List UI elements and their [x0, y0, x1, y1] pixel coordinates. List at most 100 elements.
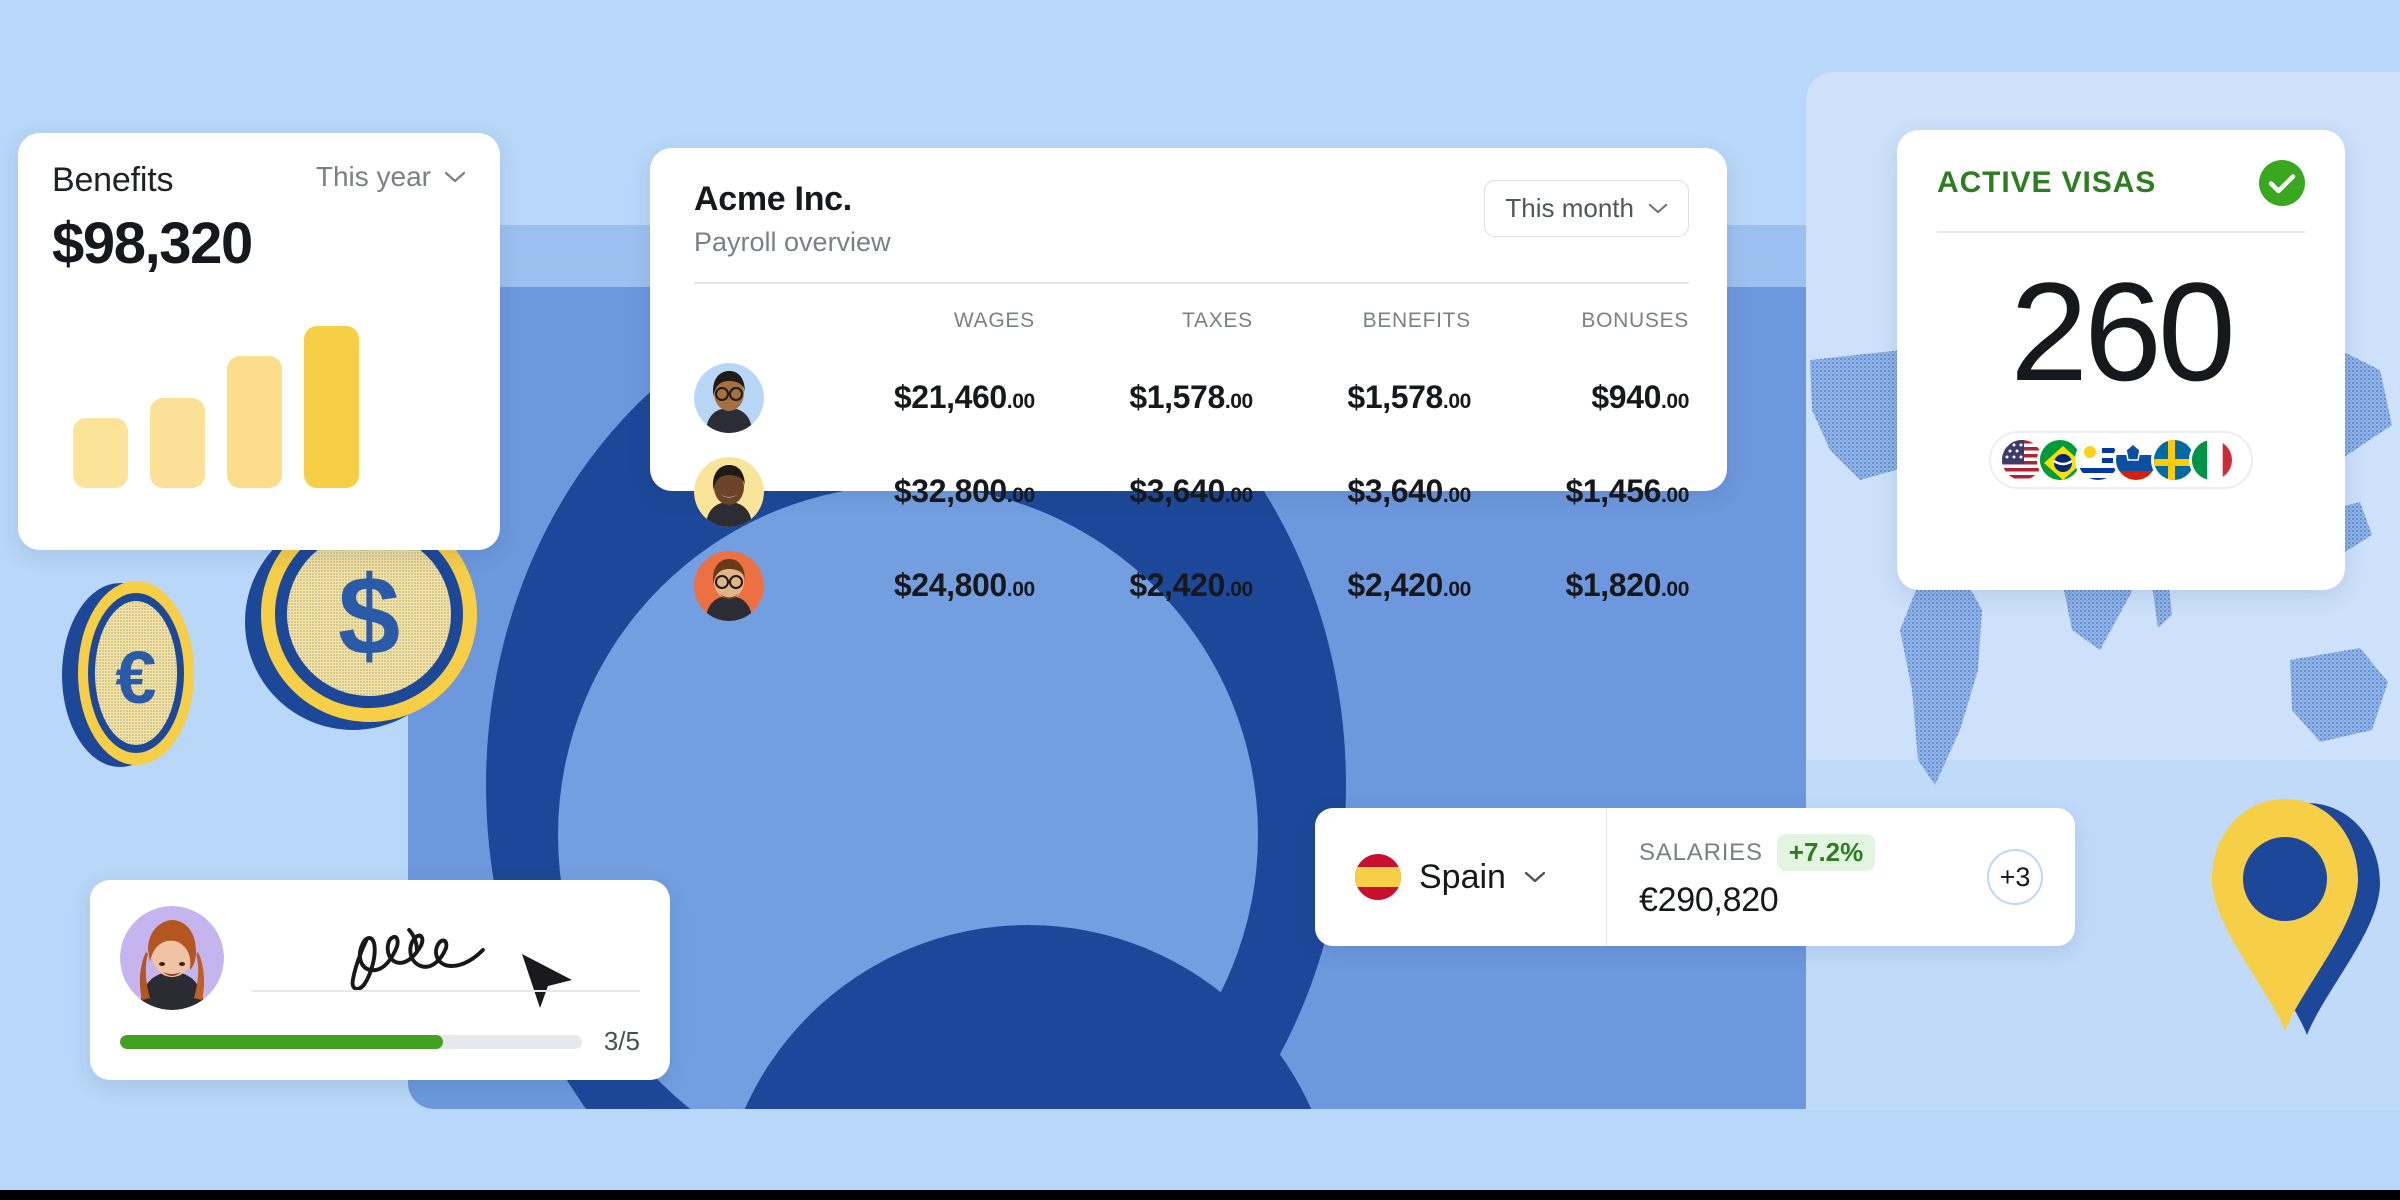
amount-cents: .00 [1442, 390, 1471, 413]
salary-stat-label: SALARIES [1639, 838, 1763, 866]
amount-value: $21,460.00 [893, 379, 1035, 415]
amount-cents: .00 [1661, 578, 1689, 601]
country-name: Spain [1419, 857, 1506, 896]
payroll-cell-taxes: $3,640.00 [1035, 445, 1253, 539]
benefits-bar-q1 [73, 418, 128, 488]
payroll-col-avatar [694, 286, 786, 351]
table-row[interactable]: $32,800.00 $3,640.00 $3,640.00 $1,456.00 [694, 445, 1689, 539]
payroll-table-body: $21,460.00 $1,578.00 $1,578.00 $940.00 $32,8… [694, 351, 1689, 633]
signer-avatar [120, 906, 224, 1010]
benefits-amount: $98,320 [52, 211, 253, 276]
salary-stat-block: SALARIES +7.2% €290,820 [1639, 834, 1876, 920]
employee-avatar-1 [694, 362, 764, 433]
amount-value: $2,420.00 [1347, 567, 1471, 603]
payroll-card-header: Acme Inc. Payroll overview This month [694, 180, 1689, 258]
flag-italy-icon [2189, 437, 2235, 483]
payroll-col-benefits: BENEFITS [1362, 308, 1471, 332]
more-countries-button[interactable]: +3 [1987, 849, 2043, 905]
amount-cents: .00 [1224, 390, 1253, 413]
amount-value: $3,640.00 [1347, 473, 1471, 509]
amount-cents: .00 [1661, 390, 1689, 413]
visas-divider [1937, 231, 2305, 233]
payroll-range-label: This month [1505, 193, 1634, 223]
signature-progress: 3/5 [120, 1026, 640, 1057]
amount-value: $32,800.00 [893, 473, 1035, 509]
bottom-bar [0, 1190, 2400, 1200]
progress-count: 3/5 [603, 1026, 640, 1056]
amount-value: $1,578.00 [1129, 379, 1253, 415]
payroll-cell-wages: $32,800.00 [786, 445, 1035, 539]
map-pin-icon [2212, 799, 2380, 1035]
payroll-range-button[interactable]: This month [1484, 180, 1689, 237]
chevron-down-icon [444, 171, 466, 183]
payroll-col-bonuses: BONUSES [1581, 308, 1689, 332]
amount-cents: .00 [1224, 578, 1253, 601]
payroll-company-name: Acme Inc. [694, 180, 852, 218]
signature-line [252, 990, 640, 992]
amount-value: $1,578.00 [1347, 379, 1471, 415]
chevron-down-icon [1524, 871, 1546, 883]
payroll-col-taxes: TAXES [1182, 308, 1253, 332]
amount-value: $24,800.00 [893, 567, 1035, 603]
benefits-card: Benefits This year $98,320 [18, 133, 500, 550]
salary-amount: €290,820 [1639, 881, 1779, 919]
signature-row [120, 906, 640, 1010]
progress-track[interactable] [120, 1034, 582, 1049]
svg-text:$: $ [338, 553, 400, 678]
payroll-cell-benefits: $1,578.00 [1253, 351, 1471, 445]
country-stats: SALARIES +7.2% €290,820 +3 [1607, 808, 2075, 946]
payroll-cell-wages: $21,460.00 [786, 351, 1035, 445]
benefits-range-selector[interactable]: This year [316, 161, 466, 193]
illustration-stage: € $ Benefits This year $98,320 Acme Inc.… [0, 0, 2400, 1190]
amount-value: $1,820.00 [1565, 567, 1690, 603]
payroll-cell-benefits: $2,420.00 [1253, 539, 1471, 633]
signature-scribble-icon [350, 928, 485, 991]
payroll-table-header-row: WAGES TAXES BENEFITS BONUSES [694, 286, 1689, 351]
amount-cents: .00 [1006, 578, 1035, 601]
employee-avatar-2 [694, 456, 764, 527]
payroll-cell-bonuses: $1,456.00 [1471, 445, 1690, 539]
amount-cents: .00 [1006, 390, 1035, 413]
amount-value: $2,420.00 [1129, 567, 1253, 603]
visas-flag-group[interactable] [1989, 431, 2253, 489]
payroll-avatar-cell [694, 351, 786, 445]
payroll-cell-taxes: $1,578.00 [1035, 351, 1253, 445]
benefits-bar-q4 [304, 326, 359, 488]
chevron-down-icon [1648, 203, 1668, 214]
amount-cents: .00 [1442, 484, 1471, 507]
country-selector[interactable]: Spain [1315, 808, 1607, 946]
payroll-divider [694, 282, 1689, 284]
payroll-card: Acme Inc. Payroll overview This month WA… [650, 148, 1727, 621]
benefits-bar-chart [73, 308, 359, 488]
svg-text:€: € [115, 636, 156, 719]
benefits-title: Benefits [52, 161, 174, 199]
progress-fill [120, 1034, 444, 1049]
table-row[interactable]: $21,460.00 $1,578.00 $1,578.00 $940.00 [694, 351, 1689, 445]
signature-card: 3/5 [90, 880, 670, 1080]
amount-value: $940.00 [1591, 379, 1689, 415]
payroll-cell-bonuses: $940.00 [1471, 351, 1689, 445]
country-salaries-card: Spain SALARIES +7.2% €290,820 +3 [1315, 808, 2075, 946]
visas-count: 260 [2010, 253, 2236, 410]
payroll-subtitle: Payroll overview [694, 227, 891, 257]
flag-spain-icon [1355, 854, 1401, 900]
amount-cents: .00 [1442, 578, 1471, 601]
benefits-bar-q3 [227, 356, 282, 488]
salary-change-badge: +7.2% [1776, 834, 1876, 871]
benefits-bar-q2 [150, 398, 205, 488]
coin-euro-icon: € [62, 581, 194, 767]
payroll-avatar-cell [694, 539, 786, 633]
signature-field[interactable] [252, 906, 640, 1010]
payroll-cell-benefits: $3,640.00 [1253, 445, 1471, 539]
payroll-title-block: Acme Inc. Payroll overview [694, 180, 891, 258]
active-visas-card: ACTIVE VISAS 260 [1897, 130, 2345, 590]
employee-avatar-3 [694, 550, 764, 621]
cursor-arrow-icon [521, 954, 572, 1008]
payroll-avatar-cell [694, 445, 786, 539]
amount-cents: .00 [1224, 484, 1253, 507]
visas-title: ACTIVE VISAS [1937, 166, 2157, 199]
amount-cents: .00 [1661, 484, 1689, 507]
visas-card-header: ACTIVE VISAS [1937, 160, 2305, 206]
table-row[interactable]: $24,800.00 $2,420.00 $2,420.00 $1,820.00 [694, 539, 1689, 633]
benefits-card-header: Benefits This year [52, 161, 466, 200]
